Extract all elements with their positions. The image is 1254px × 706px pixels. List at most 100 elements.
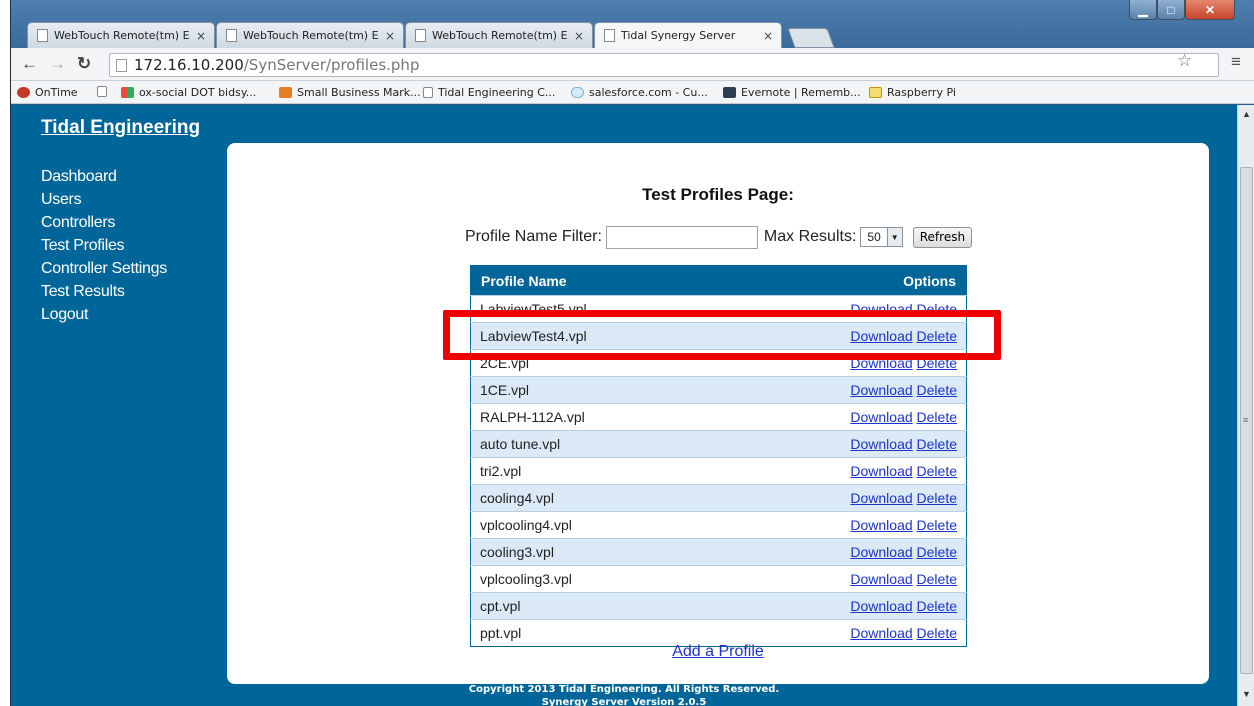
bookmark-label: OnTime [35,86,78,99]
delete-link[interactable]: Delete [917,625,957,641]
page-title: Test Profiles Page: [642,185,794,204]
download-link[interactable]: Download [850,598,912,614]
bookmark-item[interactable]: Raspberry Pi [869,86,956,99]
tab-bar: WebTouch Remote(tm) E × WebTouch Remote(… [11,0,1254,48]
options-cell: Download Delete [718,403,967,431]
browser-tab[interactable]: WebTouch Remote(tm) E × [405,22,593,48]
scroll-down-icon[interactable]: ▼ [1242,689,1251,699]
profile-name-cell: 1CE.vpl [470,376,719,404]
delete-link[interactable]: Delete [917,355,957,371]
address-bar[interactable]: 172.16.10.200/SynServer/profiles.php [109,53,1219,77]
delete-link[interactable]: Delete [917,409,957,425]
delete-link[interactable]: Delete [917,436,957,452]
window-close-button[interactable]: ✕ [1185,0,1235,20]
download-link[interactable]: Download [850,571,912,587]
max-results-select[interactable]: 50 ▼ [860,227,903,247]
options-cell: Download Delete [718,376,967,404]
bookmark-item[interactable]: Tidal Engineering C... [423,86,555,99]
delete-link[interactable]: Delete [917,517,957,533]
download-link[interactable]: Download [850,517,912,533]
minimize-button[interactable]: ▁ [1129,0,1157,20]
close-icon[interactable]: × [574,29,584,43]
delete-link[interactable]: Delete [917,301,957,317]
bookmark-item[interactable]: OnTime [17,86,78,99]
page-icon [226,29,237,42]
download-link[interactable]: Download [850,382,912,398]
delete-link[interactable]: Delete [917,490,957,506]
bookmark-star-icon[interactable]: ☆ [1177,51,1192,71]
bookmark-item[interactable] [97,86,112,97]
table-row: 1CE.vpl Download Delete [470,376,967,404]
footer-copyright: Copyright 2013 Tidal Engineering. All Ri… [468,684,780,695]
sidebar-item-users[interactable]: Users [41,188,167,211]
bookmark-label: Tidal Engineering C... [438,86,556,99]
ontime-icon [17,87,30,98]
table-row: tri2.vpl Download Delete [470,457,967,485]
maximize-button[interactable]: □ [1157,0,1185,20]
bookmark-item[interactable]: ox-social DOT bidsy... [121,86,256,99]
options-cell: Download Delete [718,295,967,323]
minimize-icon: ▁ [1138,2,1148,17]
download-link[interactable]: Download [850,436,912,452]
evernote-icon [723,87,736,98]
options-cell: Download Delete [718,457,967,485]
delete-link[interactable]: Delete [917,544,957,560]
browser-tab-active[interactable]: Tidal Synergy Server × [594,22,782,48]
menu-icon[interactable]: ≡ [1231,52,1241,72]
forward-arrow-icon[interactable]: → [49,54,66,74]
delete-link[interactable]: Delete [917,328,957,344]
profile-name-cell: vplcooling3.vpl [470,565,719,593]
delete-link[interactable]: Delete [917,463,957,479]
sidebar-item-controller-settings[interactable]: Controller Settings [41,257,167,280]
page-footer: Copyright 2013 Tidal Engineering. All Ri… [11,683,1237,706]
bookmark-item[interactable]: Evernote | Rememb... [723,86,861,99]
profile-name-cell: tri2.vpl [470,457,719,485]
download-link[interactable]: Download [850,301,912,317]
options-cell: Download Delete [718,322,967,350]
download-link[interactable]: Download [850,463,912,479]
bookmark-item[interactable]: salesforce.com - Cu... [571,86,708,99]
scroll-up-icon[interactable]: ▲ [1242,109,1251,119]
delete-link[interactable]: Delete [917,571,957,587]
delete-link[interactable]: Delete [917,382,957,398]
bookmarks-bar: OnTime ox-social DOT bidsy... Small Busi… [11,81,1254,104]
table-row: RALPH-112A.vpl Download Delete [470,403,967,431]
chevron-down-icon: ▼ [886,228,902,246]
new-tab-button[interactable] [787,28,835,48]
refresh-button[interactable]: Refresh [912,226,973,248]
download-link[interactable]: Download [850,355,912,371]
back-arrow-icon[interactable]: ← [21,54,38,74]
column-header-profile-name: Profile Name [470,265,719,296]
maximize-icon: □ [1167,2,1175,17]
table-row: LabviewTest5.vpl Download Delete [470,295,967,323]
download-link[interactable]: Download [850,409,912,425]
page-viewport: Tidal Engineering Dashboard Users Contro… [11,105,1237,706]
page-icon [604,29,615,42]
reload-icon[interactable]: ↻ [77,54,91,74]
sidebar-item-test-results[interactable]: Test Results [41,280,167,303]
profile-name-filter-input[interactable] [605,225,758,249]
delete-link[interactable]: Delete [917,598,957,614]
browser-tab[interactable]: WebTouch Remote(tm) E × [27,22,215,48]
add-profile-link[interactable]: Add a Profile [227,643,1209,661]
close-icon[interactable]: × [763,29,773,43]
sidebar-item-dashboard[interactable]: Dashboard [41,165,167,188]
sidebar-item-test-profiles[interactable]: Test Profiles [41,234,167,257]
download-link[interactable]: Download [850,490,912,506]
browser-tab[interactable]: WebTouch Remote(tm) E × [216,22,404,48]
profile-name-cell: 2CE.vpl [470,349,719,377]
download-link[interactable]: Download [850,544,912,560]
page-icon [116,59,127,72]
close-icon[interactable]: × [196,29,206,43]
vertical-scrollbar[interactable]: ▲ ≡ ▼ [1237,105,1254,706]
download-link[interactable]: Download [850,625,912,641]
download-link[interactable]: Download [850,328,912,344]
browser-window: WebTouch Remote(tm) E × WebTouch Remote(… [10,0,1254,706]
close-icon[interactable]: × [385,29,395,43]
options-cell: Download Delete [718,538,967,566]
sidebar-item-logout[interactable]: Logout [41,303,167,326]
bookmark-item[interactable]: Small Business Mark... [279,86,421,99]
site-brand-link[interactable]: Tidal Engineering [41,117,200,139]
sidebar-item-controllers[interactable]: Controllers [41,211,167,234]
table-row: vplcooling3.vpl Download Delete [470,565,967,593]
